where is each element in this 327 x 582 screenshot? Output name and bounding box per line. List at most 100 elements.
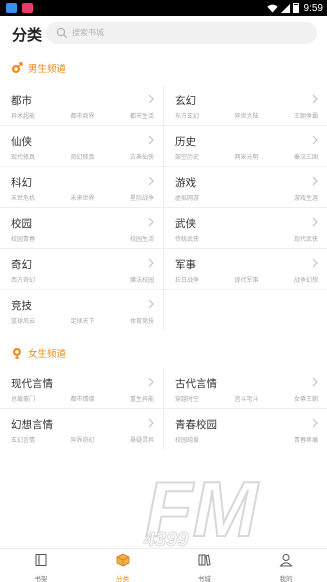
male-category-5[interactable]: 游戏虚拟网游 游戏生涯 [164, 167, 327, 208]
subcategory-label[interactable]: 宫斗宅斗 [234, 394, 258, 403]
category-title: 古代言情 [175, 378, 217, 390]
subcategory-label[interactable]: 星际战争 [130, 193, 154, 202]
nav-profile[interactable]: 我的 [245, 549, 327, 582]
subcategory-label[interactable]: 现代修真 [11, 152, 35, 161]
chevron-right-icon [148, 299, 154, 309]
nav-bookshelf-label: 书架 [34, 576, 48, 582]
female-icon [13, 348, 21, 359]
subcategory-label[interactable]: 穿越时空 [175, 394, 199, 403]
subcategory-label[interactable]: 现代武侠 [294, 234, 318, 243]
subcategory-list: 穿越时空 宫斗宅斗 女尊王朝 [175, 394, 318, 403]
search-icon [56, 27, 68, 39]
female-category-1[interactable]: 古代言情穿越时空 宫斗宅斗 女尊王朝 [164, 368, 327, 409]
subcategory-label[interactable]: 游戏生涯 [294, 193, 318, 202]
nav-category-label: 分类 [116, 576, 130, 582]
subcategory-list: 现代修真 奇幻修真 古典仙侠 [11, 152, 154, 161]
chevron-right-icon [312, 418, 318, 428]
subcategory-label[interactable]: 异界奇幻 [70, 435, 94, 444]
subcategory-label[interactable]: 女尊王朝 [294, 394, 318, 403]
male-category-10[interactable]: 竞技 篮球风云 足球天下 体育竞技 [0, 290, 163, 331]
subcategory-label[interactable]: 悬疑灵异 [130, 435, 154, 444]
female-category-0[interactable]: 现代言情 总裁豪门 都市情缘 重生异能 [0, 368, 163, 409]
subcategory-label[interactable]: 抗日战争 [175, 275, 199, 284]
male-icon [12, 62, 23, 73]
subcategory-label[interactable]: 总裁豪门 [11, 394, 35, 403]
subcategory-label[interactable]: 异术超能 [11, 111, 35, 120]
subcategory-list: 总裁豪门 都市情缘 重生异能 [11, 394, 154, 403]
subcategory-label[interactable]: 校园生活 [130, 234, 154, 243]
nav-bookshelf[interactable]: 书架 [0, 549, 82, 582]
male-category-3[interactable]: 历史架空历史 两宋元明 秦汉三国 [164, 126, 327, 167]
subcategory-label[interactable]: 篮球风云 [11, 316, 35, 325]
chevron-right-icon [148, 217, 154, 227]
male-category-9[interactable]: 军事抗日战争 现代军事 战争幻想 [164, 249, 327, 290]
chevron-right-icon [312, 176, 318, 186]
header: 分类 搜索书城 [0, 16, 327, 50]
male-category-2[interactable]: 仙侠 现代修真 奇幻修真 古典仙侠 [0, 126, 163, 167]
subcategory-label[interactable]: 奇幻修真 [70, 152, 94, 161]
subcategory-label[interactable]: 架空历史 [175, 152, 199, 161]
female-section-title: 女生频道 [28, 349, 67, 360]
female-category-2[interactable]: 幻想言情 玄幻言情 异界奇幻 悬疑灵异 [0, 409, 163, 450]
subcategory-label[interactable]: 东方玄幻 [175, 111, 199, 120]
search-input[interactable]: 搜索书城 [46, 22, 317, 44]
bottom-nav: 书架 分类 书城 我的 [0, 548, 327, 582]
status-bar: 9:59 [0, 0, 327, 16]
category-title: 游戏 [175, 177, 196, 189]
male-section-header: 男生频道 [11, 60, 66, 76]
male-category-7[interactable]: 武侠传统武侠 现代武侠 [164, 208, 327, 249]
male-category-1[interactable]: 玄幻 东方玄幻 异世大陆 王朝争霸 [164, 85, 327, 126]
female-section-header: 女生频道 [11, 345, 66, 361]
app-notification-icon [6, 3, 17, 13]
subcategory-label[interactable]: 两宋元明 [234, 152, 258, 161]
subcategory-label[interactable]: 王朝争霸 [294, 111, 318, 120]
nav-bookstore[interactable]: 书城 [164, 549, 246, 582]
subcategory-label[interactable]: 西方奇幻 [11, 275, 35, 284]
subcategory-label[interactable]: 现代军事 [234, 275, 258, 284]
category-title: 军事 [175, 259, 196, 271]
subcategory-label[interactable]: 异世大陆 [234, 111, 258, 120]
search-placeholder: 搜索书城 [72, 28, 104, 37]
app-notification-icon-2 [22, 3, 33, 13]
subcategory-list: 传统武侠 现代武侠 [175, 234, 318, 243]
subcategory-label[interactable]: 秦汉三国 [294, 152, 318, 161]
male-category-0[interactable]: 都市异术超能 都市商界 都市生活 [0, 85, 163, 126]
chevron-right-icon [312, 377, 318, 387]
subcategory-label[interactable]: 校园纯爱 [175, 435, 199, 444]
category-title: 校园 [11, 218, 32, 230]
subcategory-label[interactable]: 校园青春 [11, 234, 35, 243]
category-cube-icon [116, 553, 130, 567]
category-title: 都市 [11, 95, 32, 107]
subcategory-label[interactable]: 都市商界 [70, 111, 94, 120]
subcategory-label[interactable]: 都市生活 [130, 111, 154, 120]
male-category-8[interactable]: 奇幻西方奇幻 魔法校园 [0, 249, 163, 290]
subcategory-label[interactable]: 古典仙侠 [130, 152, 154, 161]
subcategory-label[interactable]: 玄幻言情 [11, 435, 35, 444]
category-title: 奇幻 [11, 259, 32, 271]
subcategory-label[interactable]: 虚拟网游 [175, 193, 199, 202]
nav-category[interactable]: 分类 [82, 549, 164, 582]
category-title: 科幻 [11, 177, 32, 189]
chevron-right-icon [312, 217, 318, 227]
chevron-right-icon [148, 176, 154, 186]
category-title: 历史 [175, 136, 196, 148]
bookstore-icon [198, 554, 211, 566]
subcategory-label[interactable]: 未来世界 [70, 193, 94, 202]
subcategory-label[interactable]: 青春疼痛 [294, 435, 318, 444]
subcategory-list: 末世危机 未来世界 星际战争 [11, 193, 154, 202]
female-category-3[interactable]: 青春校园 校园纯爱 青春疼痛 [164, 409, 327, 450]
subcategory-label[interactable]: 重生异能 [130, 394, 154, 403]
subcategory-label[interactable]: 足球天下 [70, 316, 94, 325]
subcategory-label[interactable]: 战争幻想 [294, 275, 318, 284]
category-title: 武侠 [175, 218, 196, 230]
subcategory-label[interactable]: 传统武侠 [175, 234, 199, 243]
subcategory-label[interactable]: 都市情缘 [70, 394, 94, 403]
male-category-6[interactable]: 校园校园青春 校园生活 [0, 208, 163, 249]
subcategory-label[interactable]: 体育竞技 [130, 316, 154, 325]
subcategory-label[interactable]: 魔法校园 [130, 275, 154, 284]
subcategory-list: 架空历史 两宋元明 秦汉三国 [175, 152, 318, 161]
subcategory-label[interactable]: 末世危机 [11, 193, 35, 202]
subcategory-list: 篮球风云 足球天下 体育竞技 [11, 316, 154, 325]
subcategory-list: 西方奇幻 魔法校园 [11, 275, 154, 284]
male-category-4[interactable]: 科幻末世危机 未来世界 星际战争 [0, 167, 163, 208]
